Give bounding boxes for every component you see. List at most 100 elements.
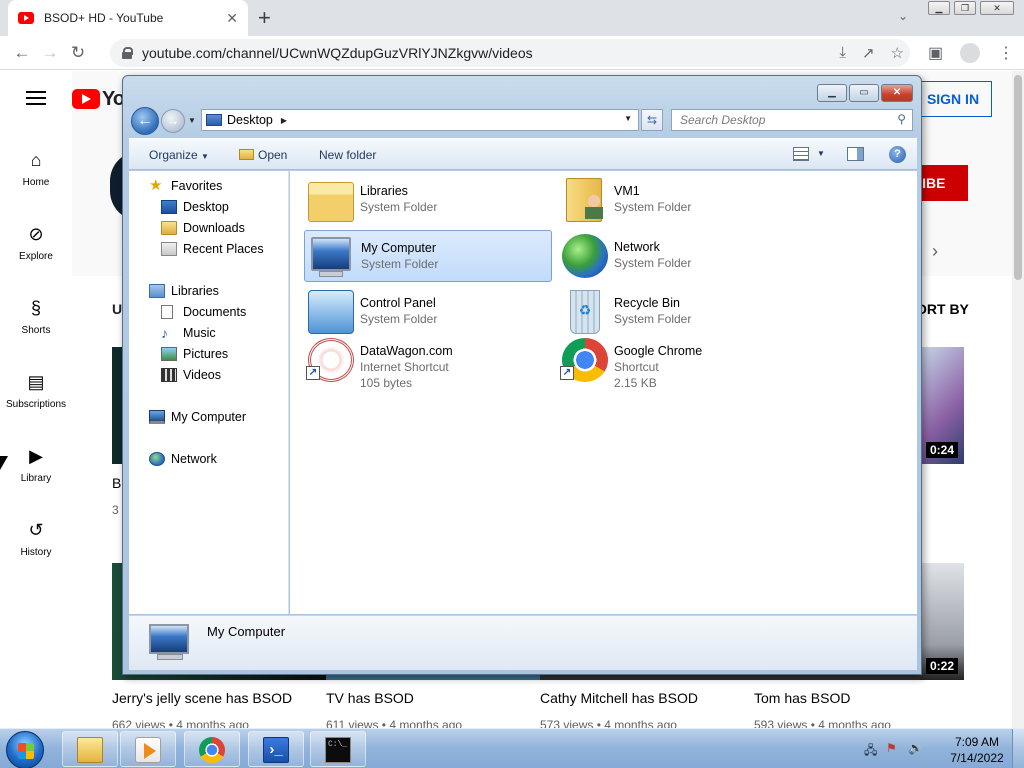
file-item-control-panel[interactable]: Control Panel System Folder (304, 286, 552, 338)
search-input[interactable]: Search Desktop ⚲ (671, 109, 913, 131)
file-item-network[interactable]: Network System Folder (558, 230, 806, 282)
file-item-recycle-bin[interactable]: ♻ Recycle Bin System Folder (558, 286, 806, 338)
install-app-icon[interactable]: ⤓ (839, 44, 846, 62)
guide-explore[interactable]: ⊘ Explore (0, 223, 72, 262)
reload-icon[interactable]: ↻ (64, 43, 92, 63)
new-folder-button[interactable]: New folder (319, 148, 376, 162)
browser-tab[interactable]: BSOD+ HD - YouTube ✕ (8, 0, 248, 36)
taskbar-explorer-button[interactable] (62, 731, 118, 767)
guide-history[interactable]: ↺ History (0, 519, 72, 558)
back-arrow-icon[interactable]: ← (131, 107, 159, 135)
url-text: youtube.com/channel/UCwnWQZdupGuzVRlYJNZ… (142, 45, 533, 61)
show-desktop-button[interactable] (1012, 729, 1024, 768)
bookmark-star-icon[interactable]: ☆ (891, 44, 904, 62)
guide-subscriptions[interactable]: ▤ Subscriptions (0, 371, 72, 410)
video-title[interactable]: TV has BSOD (326, 690, 414, 706)
help-icon[interactable]: ? (889, 146, 906, 163)
address-dropdown-icon[interactable]: ▼ (624, 114, 632, 123)
side-panel-icon[interactable]: ▣ (928, 43, 943, 63)
refresh-button[interactable]: ⇆ (641, 109, 663, 131)
tab-search-chevron-icon[interactable]: ⌄ (898, 9, 908, 23)
clock[interactable]: 7:09 AM 7/14/2022 (946, 734, 1008, 766)
organize-button[interactable]: Organize ▼ (149, 148, 209, 162)
subscriptions-icon: ▤ (27, 372, 45, 392)
sign-in-button[interactable]: SIGN IN (914, 81, 992, 117)
nav-libraries[interactable]: Libraries (149, 284, 219, 298)
file-item-my-computer[interactable]: My Computer System Folder (304, 230, 552, 282)
video-title[interactable]: B (112, 475, 121, 491)
video-meta: 662 views • 4 months ago (112, 718, 249, 728)
page-scrollbar[interactable] (1012, 71, 1024, 728)
nav-pictures[interactable]: Pictures (161, 347, 228, 361)
nav-music-label: Music (183, 326, 216, 340)
file-item-google-chrome[interactable]: ↗ Google Chrome Shortcut 2.15 KB (558, 334, 806, 394)
sort-by-button[interactable]: ORT BY (916, 301, 969, 317)
taskbar-powershell-button[interactable]: ›_ (248, 731, 304, 767)
youtube-favicon-icon (18, 12, 34, 24)
minimize-button[interactable]: ▁ (817, 84, 847, 102)
browser-minimize-button[interactable]: ▁ (928, 1, 950, 15)
nav-music[interactable]: ♪ Music (161, 326, 216, 340)
video-thumbnail[interactable]: 0:22 (920, 563, 964, 680)
library-icon: ▶ (29, 446, 43, 466)
browser-restore-button[interactable]: ❐ (954, 1, 976, 15)
guide-home[interactable]: ⌂ Home (0, 149, 72, 188)
chevron-right-icon[interactable]: › (932, 241, 938, 262)
computer-icon (149, 624, 189, 654)
back-arrow-icon[interactable]: ← (8, 43, 36, 63)
address-bar[interactable]: Desktop ▶ ▼ (201, 109, 639, 131)
nav-network[interactable]: Network (149, 452, 217, 466)
video-title[interactable]: Tom has BSOD (754, 690, 850, 706)
taskbar-media-player-button[interactable] (120, 731, 176, 767)
start-button[interactable] (6, 731, 44, 768)
file-name: Recycle Bin (614, 296, 680, 310)
taskbar-chrome-button[interactable] (184, 731, 240, 767)
nav-downloads[interactable]: Downloads (161, 221, 245, 235)
tab-close-icon[interactable]: ✕ (226, 10, 238, 27)
close-button[interactable]: ✕ (881, 84, 913, 102)
preview-pane-icon[interactable] (847, 147, 864, 161)
youtube-logo-icon[interactable] (72, 89, 100, 109)
breadcrumb-arrow-icon[interactable]: ▶ (281, 116, 287, 125)
maximize-button[interactable]: ▭ (849, 84, 879, 102)
recent-pages-dropdown-icon[interactable]: ▼ (188, 116, 196, 125)
browser-menu-icon[interactable]: ⋮ (998, 43, 1014, 63)
guide-library[interactable]: ▶ Library (0, 445, 72, 484)
file-type: System Folder (614, 312, 692, 326)
nav-videos-label: Videos (183, 368, 221, 382)
action-center-icon[interactable]: ⚑ (886, 741, 900, 755)
address-bar[interactable]: youtube.com/channel/UCwnWQZdupGuzVRlYJNZ… (110, 39, 910, 67)
forward-arrow-icon[interactable]: → (161, 109, 185, 133)
change-view-icon[interactable] (793, 147, 809, 161)
forward-arrow-icon[interactable]: → (36, 43, 64, 63)
taskbar-cmd-button[interactable]: C:\_ (310, 731, 366, 767)
nav-desktop[interactable]: Desktop (161, 200, 229, 214)
nav-favorites[interactable]: ★ Favorites (149, 178, 222, 193)
guide-shorts[interactable]: § Shorts (0, 297, 72, 336)
view-dropdown-icon[interactable]: ▼ (817, 149, 825, 158)
new-tab-button[interactable]: + (258, 5, 271, 31)
nav-recent-places[interactable]: Recent Places (161, 242, 264, 256)
file-name: Libraries (360, 184, 408, 198)
profile-avatar[interactable] (960, 43, 980, 63)
nav-my-computer[interactable]: My Computer (149, 410, 246, 424)
control-panel-icon (308, 290, 354, 334)
volume-icon[interactable]: 🔊 (908, 741, 923, 755)
browser-close-button[interactable]: ✕ (980, 1, 1014, 15)
network-tray-icon[interactable]: 🖧 (864, 741, 878, 757)
address-text[interactable]: Desktop (227, 113, 273, 127)
video-thumbnail[interactable]: 0:24 (920, 347, 964, 464)
hamburger-menu-icon[interactable] (26, 91, 46, 105)
file-item-libraries[interactable]: Libraries System Folder (304, 174, 552, 226)
windows-logo-icon (18, 743, 34, 759)
scrollbar-thumb[interactable] (1014, 75, 1022, 280)
open-button[interactable]: Open (239, 148, 287, 162)
search-icon[interactable]: ⚲ (897, 112, 906, 126)
nav-documents[interactable]: Documents (161, 305, 246, 319)
share-icon[interactable]: ↗ (862, 44, 875, 62)
video-title[interactable]: Cathy Mitchell has BSOD (540, 690, 698, 706)
file-item-vm1[interactable]: VM1 System Folder (558, 174, 806, 226)
nav-videos[interactable]: Videos (161, 368, 221, 382)
file-item-datawagon[interactable]: ↗ DataWagon.com Internet Shortcut 105 by… (304, 334, 552, 394)
video-title[interactable]: Jerry's jelly scene has BSOD (112, 690, 292, 706)
